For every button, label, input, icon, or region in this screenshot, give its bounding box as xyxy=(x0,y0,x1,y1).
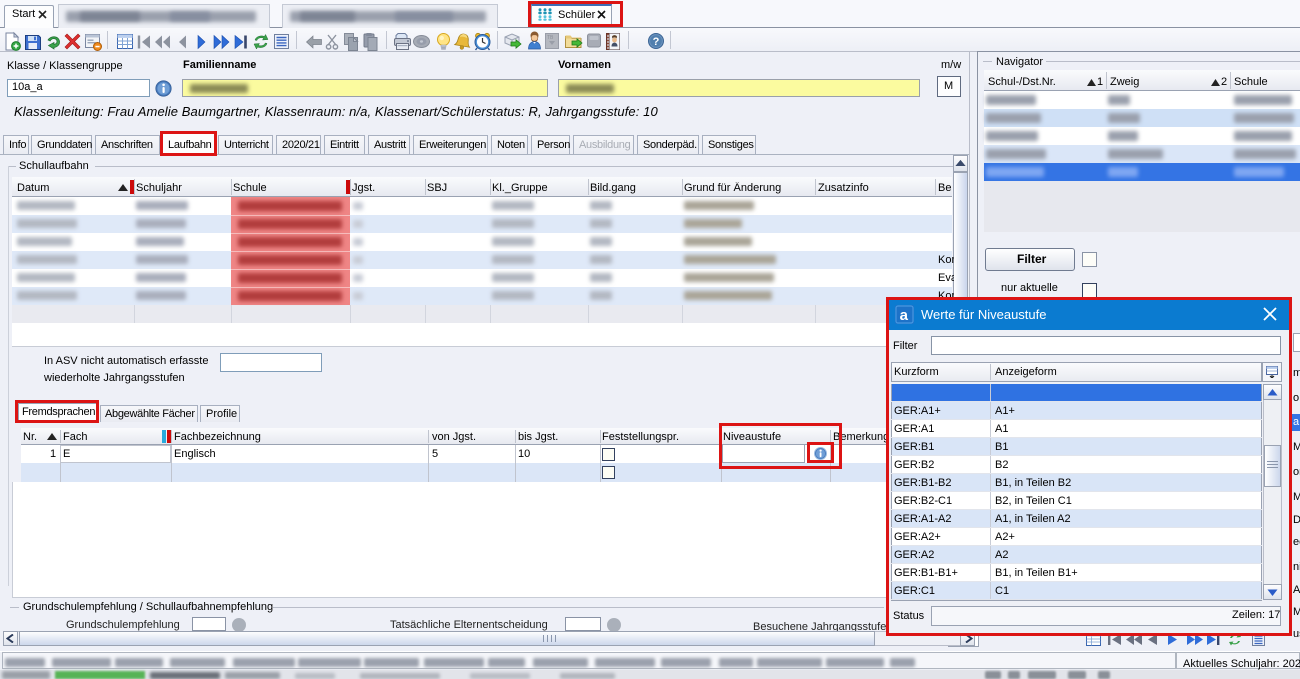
svg-text:a: a xyxy=(900,307,909,324)
svg-text:TB: TB xyxy=(547,35,554,41)
svg-text:?: ? xyxy=(653,36,660,48)
